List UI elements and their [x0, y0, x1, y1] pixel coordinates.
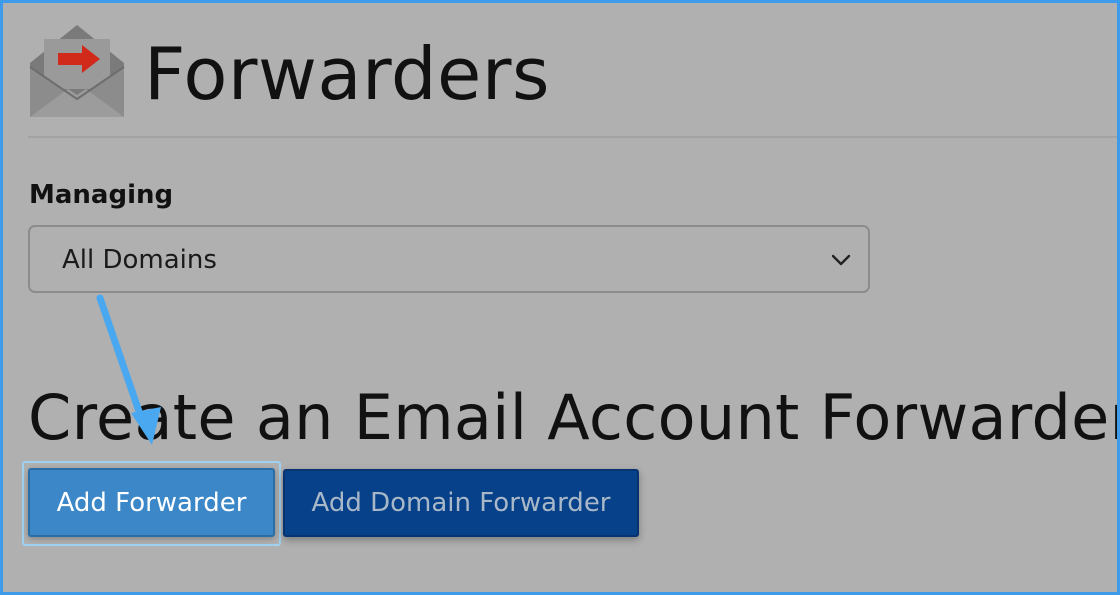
page-title: Forwarders: [144, 32, 550, 116]
managing-domain-select[interactable]: All Domains: [28, 225, 870, 293]
create-forwarder-heading: Create an Email Account Forwarder: [28, 381, 1117, 454]
add-domain-forwarder-button[interactable]: Add Domain Forwarder: [283, 469, 639, 537]
email-forward-icon: [29, 25, 125, 117]
managing-label: Managing: [29, 180, 174, 210]
page-header: Forwarders: [28, 21, 1108, 121]
chevron-down-icon: [831, 254, 851, 266]
add-forwarder-button[interactable]: Add Forwarder: [28, 468, 275, 537]
header-divider: [28, 136, 1117, 138]
domain-select-value: All Domains: [62, 245, 217, 275]
cpanel-page: Forwarders Managing All Domains Create a…: [3, 3, 1117, 592]
